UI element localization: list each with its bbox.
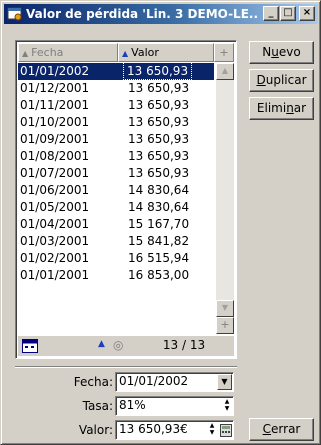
nuevo-button[interactable]: Nuevo — [249, 41, 314, 64]
cell-fecha: 01/06/2001 — [20, 183, 90, 197]
cell-fecha: 01/09/2001 — [20, 132, 90, 146]
valor-spinner-icon[interactable]: ▲ ▼ — [207, 422, 217, 438]
cell-valor: 14 830,64 — [128, 200, 190, 214]
record-counter: 13 / 13 — [162, 338, 206, 352]
nuevo-button-label-post: evo — [278, 45, 301, 59]
table-row[interactable]: 01/10/2001 13 650,93 — [18, 114, 214, 131]
tasa-label: Tasa: — [82, 399, 113, 413]
column-header-fecha[interactable]: ▲ Fecha — [18, 43, 118, 62]
cell-fecha: 01/07/2001 — [20, 166, 90, 180]
table-row[interactable]: 01/07/2001 13 650,93 — [18, 165, 214, 182]
cell-fecha: 01/02/2001 — [20, 251, 90, 265]
tasa-spinner-icon[interactable]: ▲ ▼ — [222, 398, 232, 414]
cerrar-button-accel: C — [262, 422, 272, 436]
tasa-field[interactable]: 81% — [115, 396, 234, 416]
cell-valor: 15 167,70 — [128, 217, 190, 231]
window-title: Valor de pérdida 'Lin. 3 DEMO-LE... — [26, 7, 258, 21]
cell-fecha: 01/10/2001 — [20, 115, 90, 129]
fecha-label: Fecha: — [73, 375, 113, 389]
table-row[interactable]: 01/12/2001 13 650,93 — [18, 80, 214, 97]
duplicar-button-accel: D — [256, 73, 266, 87]
grid-rows: 01/01/2002 13 650,93 01/12/2001 13 650,93 01… — [18, 62, 214, 284]
currency-calculator-icon[interactable] — [220, 424, 232, 437]
vertical-scrollbar[interactable]: ▲ ▼ + — [216, 63, 234, 334]
duplicar-button[interactable]: Duplicar — [249, 69, 314, 92]
table-row[interactable]: 01/01/2002 13 650,93 — [18, 62, 214, 80]
app-icon — [7, 7, 22, 21]
table-row[interactable]: 01/11/2001 13 650,93 — [18, 97, 214, 114]
table-row[interactable]: 01/09/2001 13 650,93 — [18, 131, 214, 148]
maximize-button[interactable]: □ — [280, 6, 296, 21]
cell-fecha: 01/03/2001 — [20, 234, 90, 248]
eliminar-button[interactable]: Eliminar — [249, 97, 314, 120]
table-row[interactable]: 01/03/2001 15 841,82 — [18, 233, 214, 250]
cell-fecha: 01/01/2001 — [20, 268, 90, 282]
column-header-valor[interactable]: ▲ Valor — [118, 43, 214, 62]
separator — [15, 366, 237, 368]
cell-fecha: 01/04/2001 — [20, 217, 90, 231]
cell-valor: 13 650,93 — [128, 115, 190, 129]
cell-valor: 13 650,93 — [128, 81, 190, 95]
cell-valor: 13 650,93 — [128, 166, 190, 180]
table-row[interactable]: 01/02/2001 16 515,94 — [18, 250, 214, 267]
table-row[interactable]: 01/04/2001 15 167,70 — [18, 216, 214, 233]
cell-fecha: 01/12/2001 — [20, 81, 90, 95]
cell-fecha: 01/08/2001 — [20, 149, 90, 163]
cell-valor: 13 650,93 — [128, 132, 190, 146]
cell-valor: 14 830,64 — [128, 183, 190, 197]
column-header-valor-label: Valor — [131, 46, 159, 59]
eliminar-button-label-post: ar — [293, 101, 307, 115]
nuevo-button-accel: u — [271, 45, 279, 59]
column-header-fecha-label: Fecha — [31, 46, 64, 59]
cell-fecha: 01/11/2001 — [20, 98, 90, 112]
calendar-icon[interactable] — [22, 339, 38, 353]
cell-valor: 15 841,82 — [128, 234, 190, 248]
cell-valor: 16 853,00 — [128, 268, 190, 282]
close-button[interactable]: × — [299, 6, 315, 21]
eliminar-button-label-pre: Elimi — [256, 101, 287, 115]
cell-fecha: 01/01/2002 — [20, 64, 90, 78]
table-row[interactable]: 01/05/2001 14 830,64 — [18, 199, 214, 216]
dialog-window: Valor de pérdida 'Lin. 3 DEMO-LE... _ □ … — [0, 0, 321, 445]
cell-valor: 13 650,93 — [122, 62, 193, 80]
scroll-plus-button[interactable]: + — [216, 317, 234, 334]
add-column-button[interactable]: + — [214, 43, 234, 62]
duplicar-button-label-post: uplicar — [265, 73, 307, 87]
values-grid: ▲ Fecha ▲ Valor + 01/01/2002 13 650,93 01/12… — [15, 40, 237, 359]
cerrar-button-label-post: errar — [271, 422, 301, 436]
scroll-down-icon[interactable]: ▼ — [216, 300, 234, 317]
eliminar-button-accel: n — [286, 101, 294, 115]
table-row[interactable]: 01/08/2001 13 650,93 — [18, 148, 214, 165]
nuevo-button-label-pre: N — [262, 45, 272, 59]
sort-arrow-icon: ▲ — [22, 49, 29, 58]
table-row[interactable]: 01/06/2001 14 830,64 — [18, 182, 214, 199]
disk-icon[interactable]: ◎ — [113, 338, 123, 352]
sort-arrow-icon: ▲ — [122, 49, 129, 58]
minimize-button[interactable]: _ — [263, 6, 279, 21]
valor-label: Valor: — [78, 423, 113, 437]
title-bar[interactable]: Valor de pérdida 'Lin. 3 DEMO-LE... _ □ … — [4, 4, 318, 24]
table-row[interactable]: 01/01/2001 16 853,00 — [18, 267, 214, 284]
cerrar-button[interactable]: Cerrar — [249, 418, 314, 441]
fecha-dropdown-icon[interactable]: ▼ — [217, 374, 232, 390]
cell-valor: 13 650,93 — [128, 149, 190, 163]
sort-up-icon[interactable]: ▲ — [98, 339, 105, 349]
grid-footer: ▲ ◎ 13 / 13 — [18, 335, 234, 356]
cell-valor: 16 515,94 — [128, 251, 190, 265]
cell-fecha: 01/05/2001 — [20, 200, 90, 214]
scroll-up-icon[interactable]: ▲ — [216, 63, 234, 80]
cell-valor: 13 650,93 — [128, 98, 190, 112]
